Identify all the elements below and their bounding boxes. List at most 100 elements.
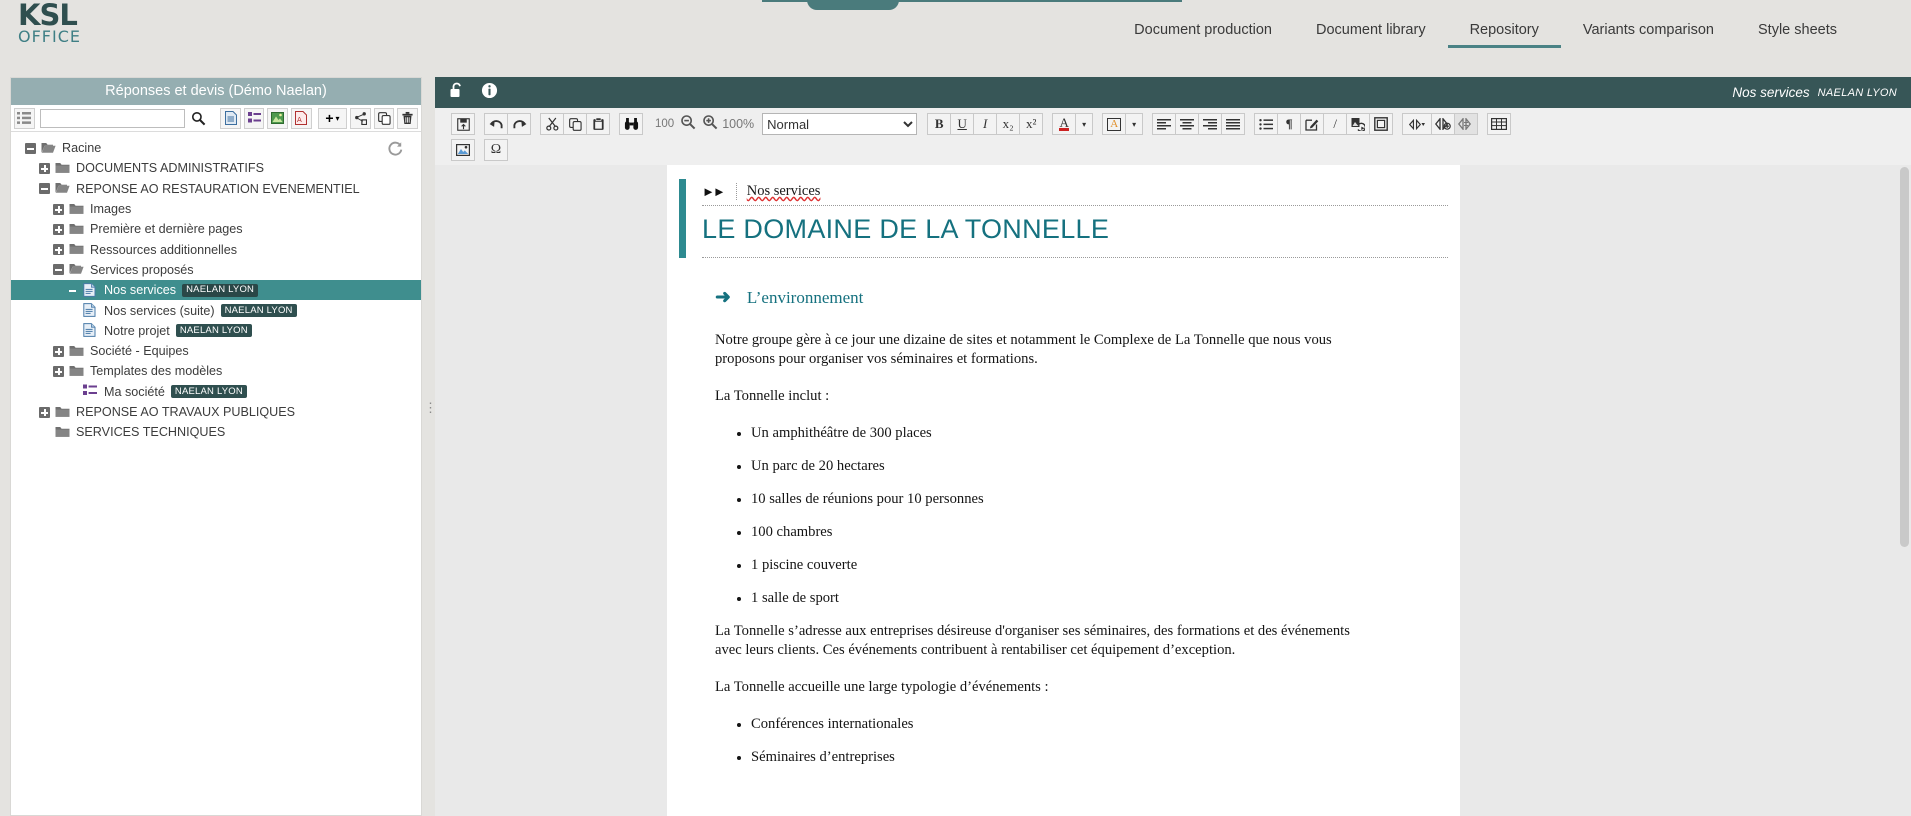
bullet-list-icon[interactable] — [1254, 113, 1279, 135]
list-item[interactable]: Un amphithéâtre de 300 places — [751, 424, 1400, 442]
special-character-button[interactable]: Ω — [484, 139, 508, 161]
tree-item[interactable]: Ma société NAELAN LYON — [11, 382, 421, 402]
app-logo[interactable]: KSL OFFICE — [18, 1, 108, 48]
nav-item-repository[interactable]: Repository — [1447, 22, 1561, 48]
scissors-icon[interactable] — [540, 113, 564, 135]
tree-item[interactable]: Templates des modèles — [11, 361, 421, 381]
unlock-icon[interactable] — [449, 81, 465, 104]
font-color-button[interactable]: A — [1052, 113, 1077, 135]
add-button[interactable]: + ▾ — [317, 107, 348, 129]
underline-button[interactable]: U — [950, 113, 975, 135]
collapse-icon[interactable] — [53, 264, 64, 276]
nav-item-style-sheets[interactable]: Style sheets — [1736, 22, 1859, 45]
tree-item[interactable]: REPONSE AO RESTAURATION EVENEMENTIEL — [11, 179, 421, 199]
info-icon[interactable] — [481, 82, 498, 104]
list-item[interactable]: 1 piscine couverte — [751, 556, 1400, 574]
align-left-icon[interactable] — [1152, 113, 1177, 135]
list-item[interactable]: 10 salles de réunions pour 10 personnes — [751, 490, 1400, 508]
copy-icon[interactable] — [563, 113, 587, 135]
share-icon[interactable] — [350, 107, 371, 129]
document-scrollbar[interactable] — [1900, 167, 1909, 547]
paragraph-style-select[interactable]: Normal — [762, 113, 918, 135]
collapse-icon[interactable] — [25, 142, 36, 154]
expand-icon[interactable] — [53, 223, 64, 235]
tree-item[interactable]: Images — [11, 199, 421, 219]
paragraph-mark-button[interactable]: ¶ — [1277, 113, 1302, 135]
tree-item[interactable]: Première et dernière pages — [11, 219, 421, 239]
document-paragraph[interactable]: La Tonnelle accueille une large typologi… — [715, 678, 1355, 697]
field-add-icon[interactable] — [1431, 113, 1456, 135]
table-icon[interactable] — [1487, 113, 1512, 135]
document-paragraph[interactable]: Notre groupe gère à ce jour une dizaine … — [715, 331, 1355, 369]
document-paragraph[interactable]: La Tonnelle s’adresse aux entreprises dé… — [715, 622, 1355, 660]
slash-button[interactable]: / — [1323, 113, 1348, 135]
zoom-out-icon[interactable] — [680, 114, 696, 135]
italic-button[interactable]: I — [973, 113, 998, 135]
highlight-button[interactable]: A — [1102, 113, 1127, 135]
align-center-icon[interactable] — [1175, 113, 1200, 135]
expand-icon[interactable] — [53, 345, 64, 357]
tree-item[interactable]: Société - Equipes — [11, 341, 421, 361]
expand-icon[interactable] — [53, 365, 64, 377]
nav-item-document-library[interactable]: Document library — [1294, 22, 1448, 45]
tree-item[interactable]: DOCUMENTS ADMINISTRATIFS — [11, 158, 421, 178]
insert-field-icon[interactable] — [1402, 113, 1433, 135]
document-tag-name[interactable]: Nos services — [735, 183, 820, 200]
zoom-in-icon[interactable] — [702, 114, 718, 135]
list-item[interactable]: Conférences internationales — [751, 715, 1400, 733]
undo-icon[interactable] — [484, 113, 508, 135]
list-item[interactable]: Séminaires d’entreprises — [751, 748, 1400, 766]
new-block-icon[interactable] — [243, 107, 265, 129]
redo-icon[interactable] — [507, 113, 531, 135]
refresh-icon[interactable] — [385, 139, 405, 159]
highlight-caret-icon[interactable]: ▾ — [1125, 113, 1144, 135]
tree-item[interactable]: Services proposés — [11, 260, 421, 280]
tree-item[interactable]: Notre projet NAELAN LYON — [11, 321, 421, 341]
nav-item-document-production[interactable]: Document production — [1112, 22, 1294, 45]
collapse-header-toggle[interactable]: ⌄ — [807, 0, 899, 10]
nav-item-variants-comparison[interactable]: Variants comparison — [1561, 22, 1736, 45]
search-input[interactable] — [40, 110, 184, 127]
paste-icon[interactable] — [586, 113, 610, 135]
document-main-title[interactable]: LE DOMAINE DE LA TONNELLE — [702, 206, 1448, 258]
align-right-icon[interactable] — [1198, 113, 1223, 135]
document-body[interactable]: ➜ L’environnement Notre groupe gère à ce… — [667, 258, 1460, 766]
list-item[interactable]: 1 salle de sport — [751, 589, 1400, 607]
new-image-icon[interactable] — [267, 107, 289, 129]
tree-item[interactable]: Racine — [11, 138, 421, 158]
new-document-icon[interactable] — [220, 107, 241, 129]
list-view-icon[interactable] — [14, 107, 35, 129]
new-pdf-icon[interactable]: A — [291, 107, 312, 129]
tree-item[interactable]: REPONSE AO TRAVAUX PUBLIQUES — [11, 402, 421, 422]
list-item[interactable]: 100 chambres — [751, 523, 1400, 541]
frame-icon[interactable] — [1369, 113, 1394, 135]
copy-icon[interactable] — [373, 107, 395, 129]
collapse-icon[interactable] — [39, 183, 50, 195]
tree-item[interactable]: Ressources additionnelles — [11, 239, 421, 259]
tree-item[interactable]: Nos services NAELAN LYON — [11, 280, 421, 301]
expand-icon[interactable] — [53, 203, 64, 215]
zoom-reset-label[interactable]: 100 — [655, 118, 674, 130]
expand-icon[interactable] — [39, 406, 50, 418]
image-icon[interactable] — [451, 139, 475, 161]
document-section-heading[interactable]: L’environnement — [747, 288, 863, 308]
search-icon[interactable] — [188, 108, 209, 129]
tree-item[interactable]: Nos services (suite) NAELAN LYON — [11, 300, 421, 320]
panel-splitter[interactable]: ⋮⋮ — [424, 390, 450, 426]
save-icon[interactable] — [451, 113, 475, 135]
field-sync-icon[interactable] — [1454, 113, 1479, 135]
pencil-square-icon[interactable] — [1300, 113, 1325, 135]
font-color-caret-icon[interactable]: ▾ — [1075, 113, 1094, 135]
superscript-button[interactable]: x² — [1019, 113, 1044, 135]
document-paragraph[interactable]: La Tonnelle inclut : — [715, 387, 1355, 406]
binoculars-icon[interactable] — [619, 113, 643, 135]
expand-icon[interactable] — [53, 244, 64, 256]
align-justify-icon[interactable] — [1221, 113, 1246, 135]
subscript-button[interactable]: x₂ — [996, 113, 1021, 135]
document-page[interactable]: ►► Nos services LE DOMAINE DE LA TONNELL… — [667, 165, 1460, 816]
tree-item[interactable]: SERVICES TECHNIQUES — [11, 422, 421, 442]
document-canvas[interactable]: ►► Nos services LE DOMAINE DE LA TONNELL… — [435, 165, 1911, 816]
image-swap-icon[interactable] — [1346, 113, 1371, 135]
list-item[interactable]: Un parc de 20 hectares — [751, 457, 1400, 475]
bold-button[interactable]: B — [927, 113, 952, 135]
